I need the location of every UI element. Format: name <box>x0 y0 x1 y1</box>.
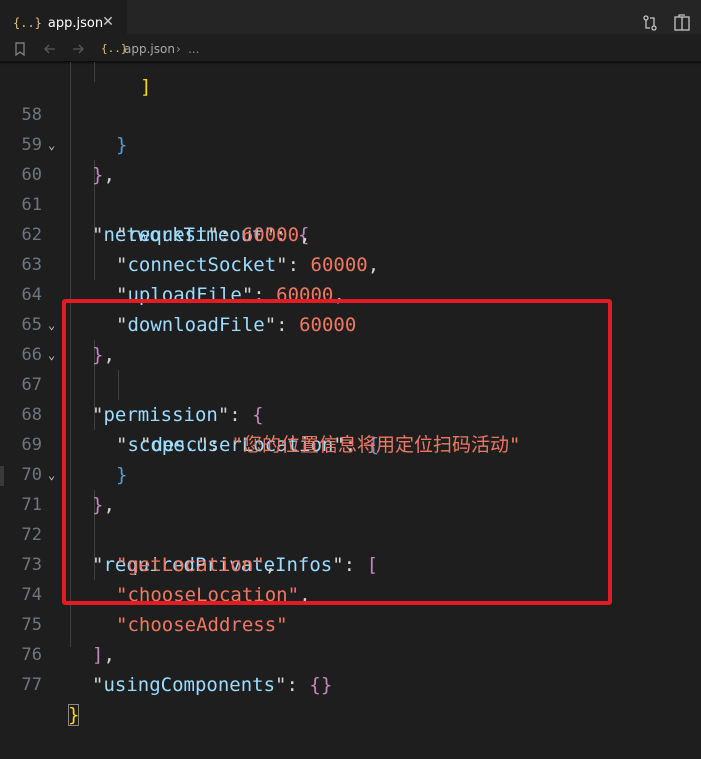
chevron-down-icon[interactable]: ⌄ <box>48 310 55 340</box>
code-line: 77 } <box>21 675 80 726</box>
json-file-icon: {..} <box>13 16 42 30</box>
breadcrumb-more[interactable]: ... <box>188 42 199 56</box>
breadcrumb: {..} app.json › ... <box>0 34 701 64</box>
chevron-down-icon[interactable]: ⌄ <box>48 460 55 490</box>
breadcrumb-file[interactable]: app.json <box>124 42 175 56</box>
tab-label: app.json <box>47 15 104 31</box>
close-icon[interactable]: ✕ <box>100 14 116 30</box>
compare-changes-icon[interactable] <box>641 14 659 32</box>
code-line: 76 "usingComponents": {} <box>21 645 333 696</box>
annotation-highlight-box <box>62 299 612 605</box>
breadcrumb-separator: › <box>176 42 181 56</box>
code-line: 64 "downloadFile": 60000 <box>21 285 357 336</box>
chevron-down-icon[interactable]: ⌄ <box>48 130 55 160</box>
code-line: 61 "request": 60000, <box>21 195 311 246</box>
editor-actions <box>641 14 691 32</box>
arrow-right-icon[interactable] <box>71 42 85 56</box>
code-line: 59 }, <box>21 135 115 186</box>
chevron-down-icon[interactable]: ⌄ <box>48 340 55 370</box>
bookmark-icon[interactable] <box>13 42 27 56</box>
code-line: 63 "uploadFile": 60000, <box>21 255 345 306</box>
arrow-left-icon[interactable] <box>43 42 57 56</box>
code-line: 62 "connectSocket": 60000, <box>21 225 380 276</box>
code-line: 58 } <box>21 105 128 156</box>
split-editor-icon[interactable] <box>673 14 691 32</box>
code-line: 60 ⌄ "networkTimeout": { <box>0 130 701 246</box>
